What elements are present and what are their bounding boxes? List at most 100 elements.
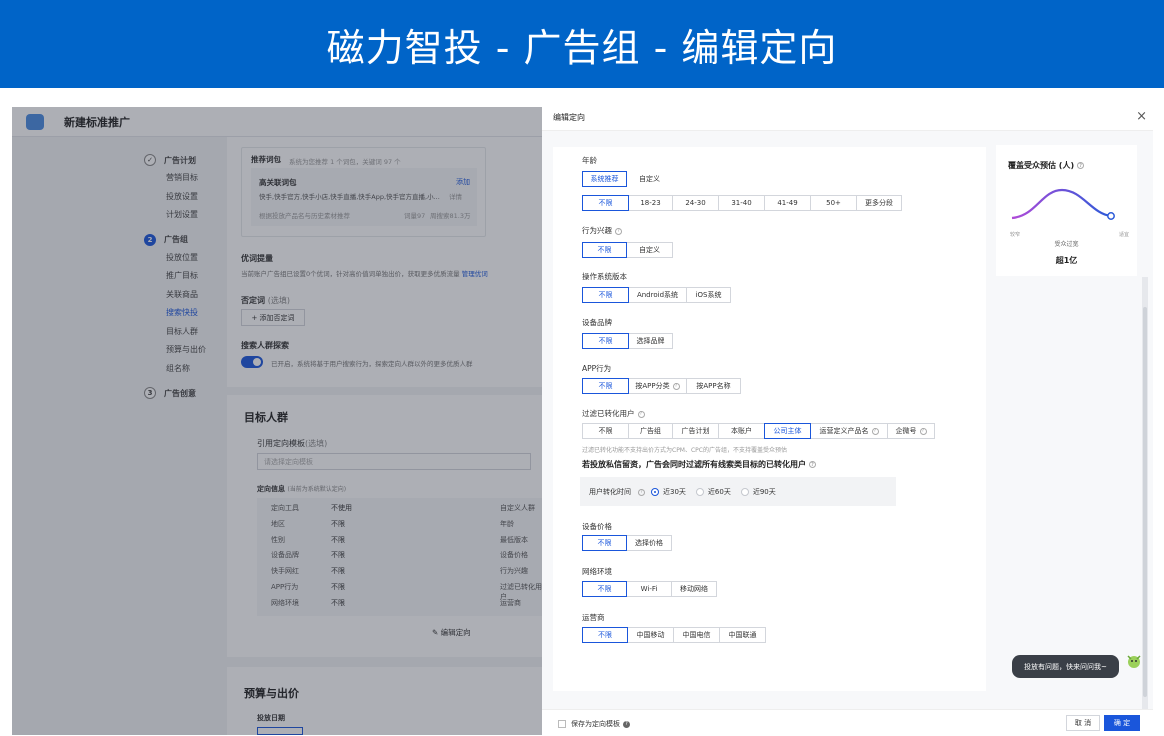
age-option[interactable]: 31-40 (718, 195, 765, 211)
coverage-left-label: 较窄 (1010, 232, 1021, 238)
targeting-form: 年龄 系统推荐 自定义 不限 18-23 24-30 31-40 41-49 5… (553, 147, 986, 691)
help-icon[interactable]: ? (871, 427, 879, 435)
filter-option[interactable]: 广告计划 (672, 423, 719, 439)
carrier-options: 不限 中国移动 中国电信 中国联通 (582, 627, 766, 643)
coverage-right-label: 适宜 (1119, 232, 1130, 238)
filter-options: 不限 广告组 广告计划 本账户 公司主体 运营定义产品名? 企微号? (582, 423, 935, 439)
confirm-button[interactable]: 确 定 (1104, 715, 1140, 731)
age-option[interactable]: 不限 (582, 195, 629, 211)
checkbox-icon (558, 720, 566, 728)
age-mode-option[interactable]: 系统推荐 (582, 171, 627, 187)
carrier-option[interactable]: 中国移动 (627, 627, 674, 643)
convert-time-row: 用户转化时间? 近30天 近60天 近90天 (589, 487, 786, 497)
os-options: 不限 Android系统 iOS系统 (582, 287, 731, 303)
brand-option[interactable]: 选择品牌 (628, 333, 673, 349)
screenshot: 新建标准推广 ✓ 广告计划 营销目标 投放设置 计划设置 2 广告组 投放位置 推广… (12, 107, 1153, 735)
radio-unchecked (740, 488, 749, 496)
carrier-option[interactable]: 不限 (582, 627, 628, 643)
drawer-header: 编辑定向 × (542, 107, 1153, 131)
price-options: 不限 选择价格 (582, 535, 672, 551)
app-option[interactable]: 不限 (582, 378, 629, 394)
help-icon[interactable]: ? (672, 382, 680, 390)
brand-option[interactable]: 不限 (582, 333, 629, 349)
convert-time-box: 用户转化时间? 近30天 近60天 近90天 (580, 477, 896, 506)
save-template-checkbox[interactable]: 保存为定向模板? (558, 719, 630, 729)
help-icon[interactable]: ? (638, 488, 645, 496)
app-options: 不限 按APP分类? 按APP名称 (582, 378, 741, 394)
coverage-curve (1011, 188, 1115, 220)
brand-label: 设备品牌 (582, 318, 612, 327)
app-option[interactable]: 按APP分类? (628, 378, 687, 394)
os-option[interactable]: 不限 (582, 287, 629, 303)
drawer-title: 编辑定向 (553, 113, 585, 122)
network-label: 网络环境 (582, 567, 612, 576)
carrier-option[interactable]: 中国电信 (673, 627, 720, 643)
help-icon[interactable]: ? (809, 461, 816, 468)
interest-option[interactable]: 自定义 (626, 242, 673, 258)
interest-options: 不限 自定义 (582, 242, 673, 258)
age-option[interactable]: 更多分段 (856, 195, 902, 211)
interest-option[interactable]: 不限 (582, 242, 627, 258)
help-icon[interactable]: ? (615, 227, 622, 235)
brand-options: 不限 选择品牌 (582, 333, 673, 349)
os-option[interactable]: Android系统 (628, 287, 687, 303)
scrollbar-thumb[interactable] (1143, 307, 1147, 697)
carrier-label: 运营商 (582, 613, 605, 622)
private-msg-note: 若投放私信留资，广告会同时过滤所有线索类目标的已转化用户? (582, 459, 816, 470)
age-mode-option[interactable]: 自定义 (626, 171, 673, 187)
os-option[interactable]: iOS系统 (686, 287, 731, 303)
price-option[interactable]: 选择价格 (626, 535, 672, 551)
coverage-value: 超1亿 (1055, 256, 1078, 265)
close-icon[interactable]: × (1136, 109, 1147, 124)
age-option[interactable]: 41-49 (764, 195, 811, 211)
convert-radio[interactable]: 近90天 (740, 487, 776, 497)
filter-option[interactable]: 广告组 (628, 423, 673, 439)
page-banner: 磁力智投 - 广告组 - 编辑定向 (0, 0, 1164, 88)
filter-option[interactable]: 不限 (582, 423, 629, 439)
os-label: 操作系统版本 (582, 272, 627, 281)
radio-unchecked (695, 488, 704, 496)
filter-label: 过滤已转化用户? (582, 408, 645, 419)
age-options: 不限 18-23 24-30 31-40 41-49 50+ 更多分段 (582, 195, 902, 211)
filter-option[interactable]: 公司主体 (764, 423, 811, 439)
age-option[interactable]: 24-30 (672, 195, 719, 211)
background-page: 新建标准推广 ✓ 广告计划 营销目标 投放设置 计划设置 2 广告组 投放位置 推广… (12, 107, 542, 735)
cancel-button[interactable]: 取 消 (1066, 715, 1100, 731)
price-label: 设备价格 (582, 522, 612, 531)
help-icon[interactable]: ? (637, 410, 645, 418)
radio-checked (651, 488, 659, 496)
filter-option[interactable]: 本账户 (718, 423, 765, 439)
help-bubble[interactable]: 投放有问题，快来问问我~ (1012, 655, 1119, 678)
drawer-footer: 保存为定向模板? 取 消 确 定 (542, 709, 1153, 735)
coverage-marker (1107, 212, 1115, 220)
age-label: 年龄 (582, 156, 597, 165)
network-options: 不限 Wi-Fi 移动网络 (582, 581, 717, 597)
coverage-mid-label: 受众过宽 (1054, 241, 1079, 248)
coverage-curve-line (1011, 188, 1112, 220)
interest-label: 行为兴趣? (582, 225, 622, 236)
coverage-card: 覆盖受众预估 (人)? 较窄 适宜 受众过宽 超1亿 (996, 145, 1137, 276)
network-option[interactable]: 不限 (582, 581, 627, 597)
filter-option[interactable]: 企微号? (887, 423, 935, 439)
filter-hint: 过滤已转化功能不支持出价方式为CPM、CPC的广告组，不支持覆盖受众预估 (582, 447, 787, 454)
convert-radio[interactable]: 近30天 (651, 487, 686, 497)
assistant-avatar-icon[interactable] (1125, 652, 1141, 674)
network-option[interactable]: 移动网络 (671, 581, 717, 597)
app-label: APP行为 (582, 364, 612, 373)
filter-option[interactable]: 运营定义产品名? (810, 423, 888, 439)
banner-title: 磁力智投 - 广告组 - 编辑定向 (326, 25, 838, 70)
help-icon[interactable]: ? (1077, 162, 1085, 169)
modal-overlay[interactable] (12, 107, 542, 735)
help-icon[interactable]: ? (623, 720, 630, 728)
age-option[interactable]: 18-23 (628, 195, 673, 211)
convert-radio[interactable]: 近60天 (695, 487, 731, 497)
price-option[interactable]: 不限 (582, 535, 627, 551)
convert-time-label: 用户转化时间 (589, 488, 631, 496)
edit-targeting-drawer: 编辑定向 × 年龄 系统推荐 自定义 不限 18-23 24-30 31-40 … (542, 107, 1153, 735)
carrier-option[interactable]: 中国联通 (719, 627, 766, 643)
app-option[interactable]: 按APP名称 (686, 378, 741, 394)
network-option[interactable]: Wi-Fi (626, 581, 672, 597)
age-option[interactable]: 50+ (810, 195, 857, 211)
coverage-title: 覆盖受众预估 (人)? (1008, 160, 1085, 171)
help-icon[interactable]: ? (919, 427, 927, 435)
